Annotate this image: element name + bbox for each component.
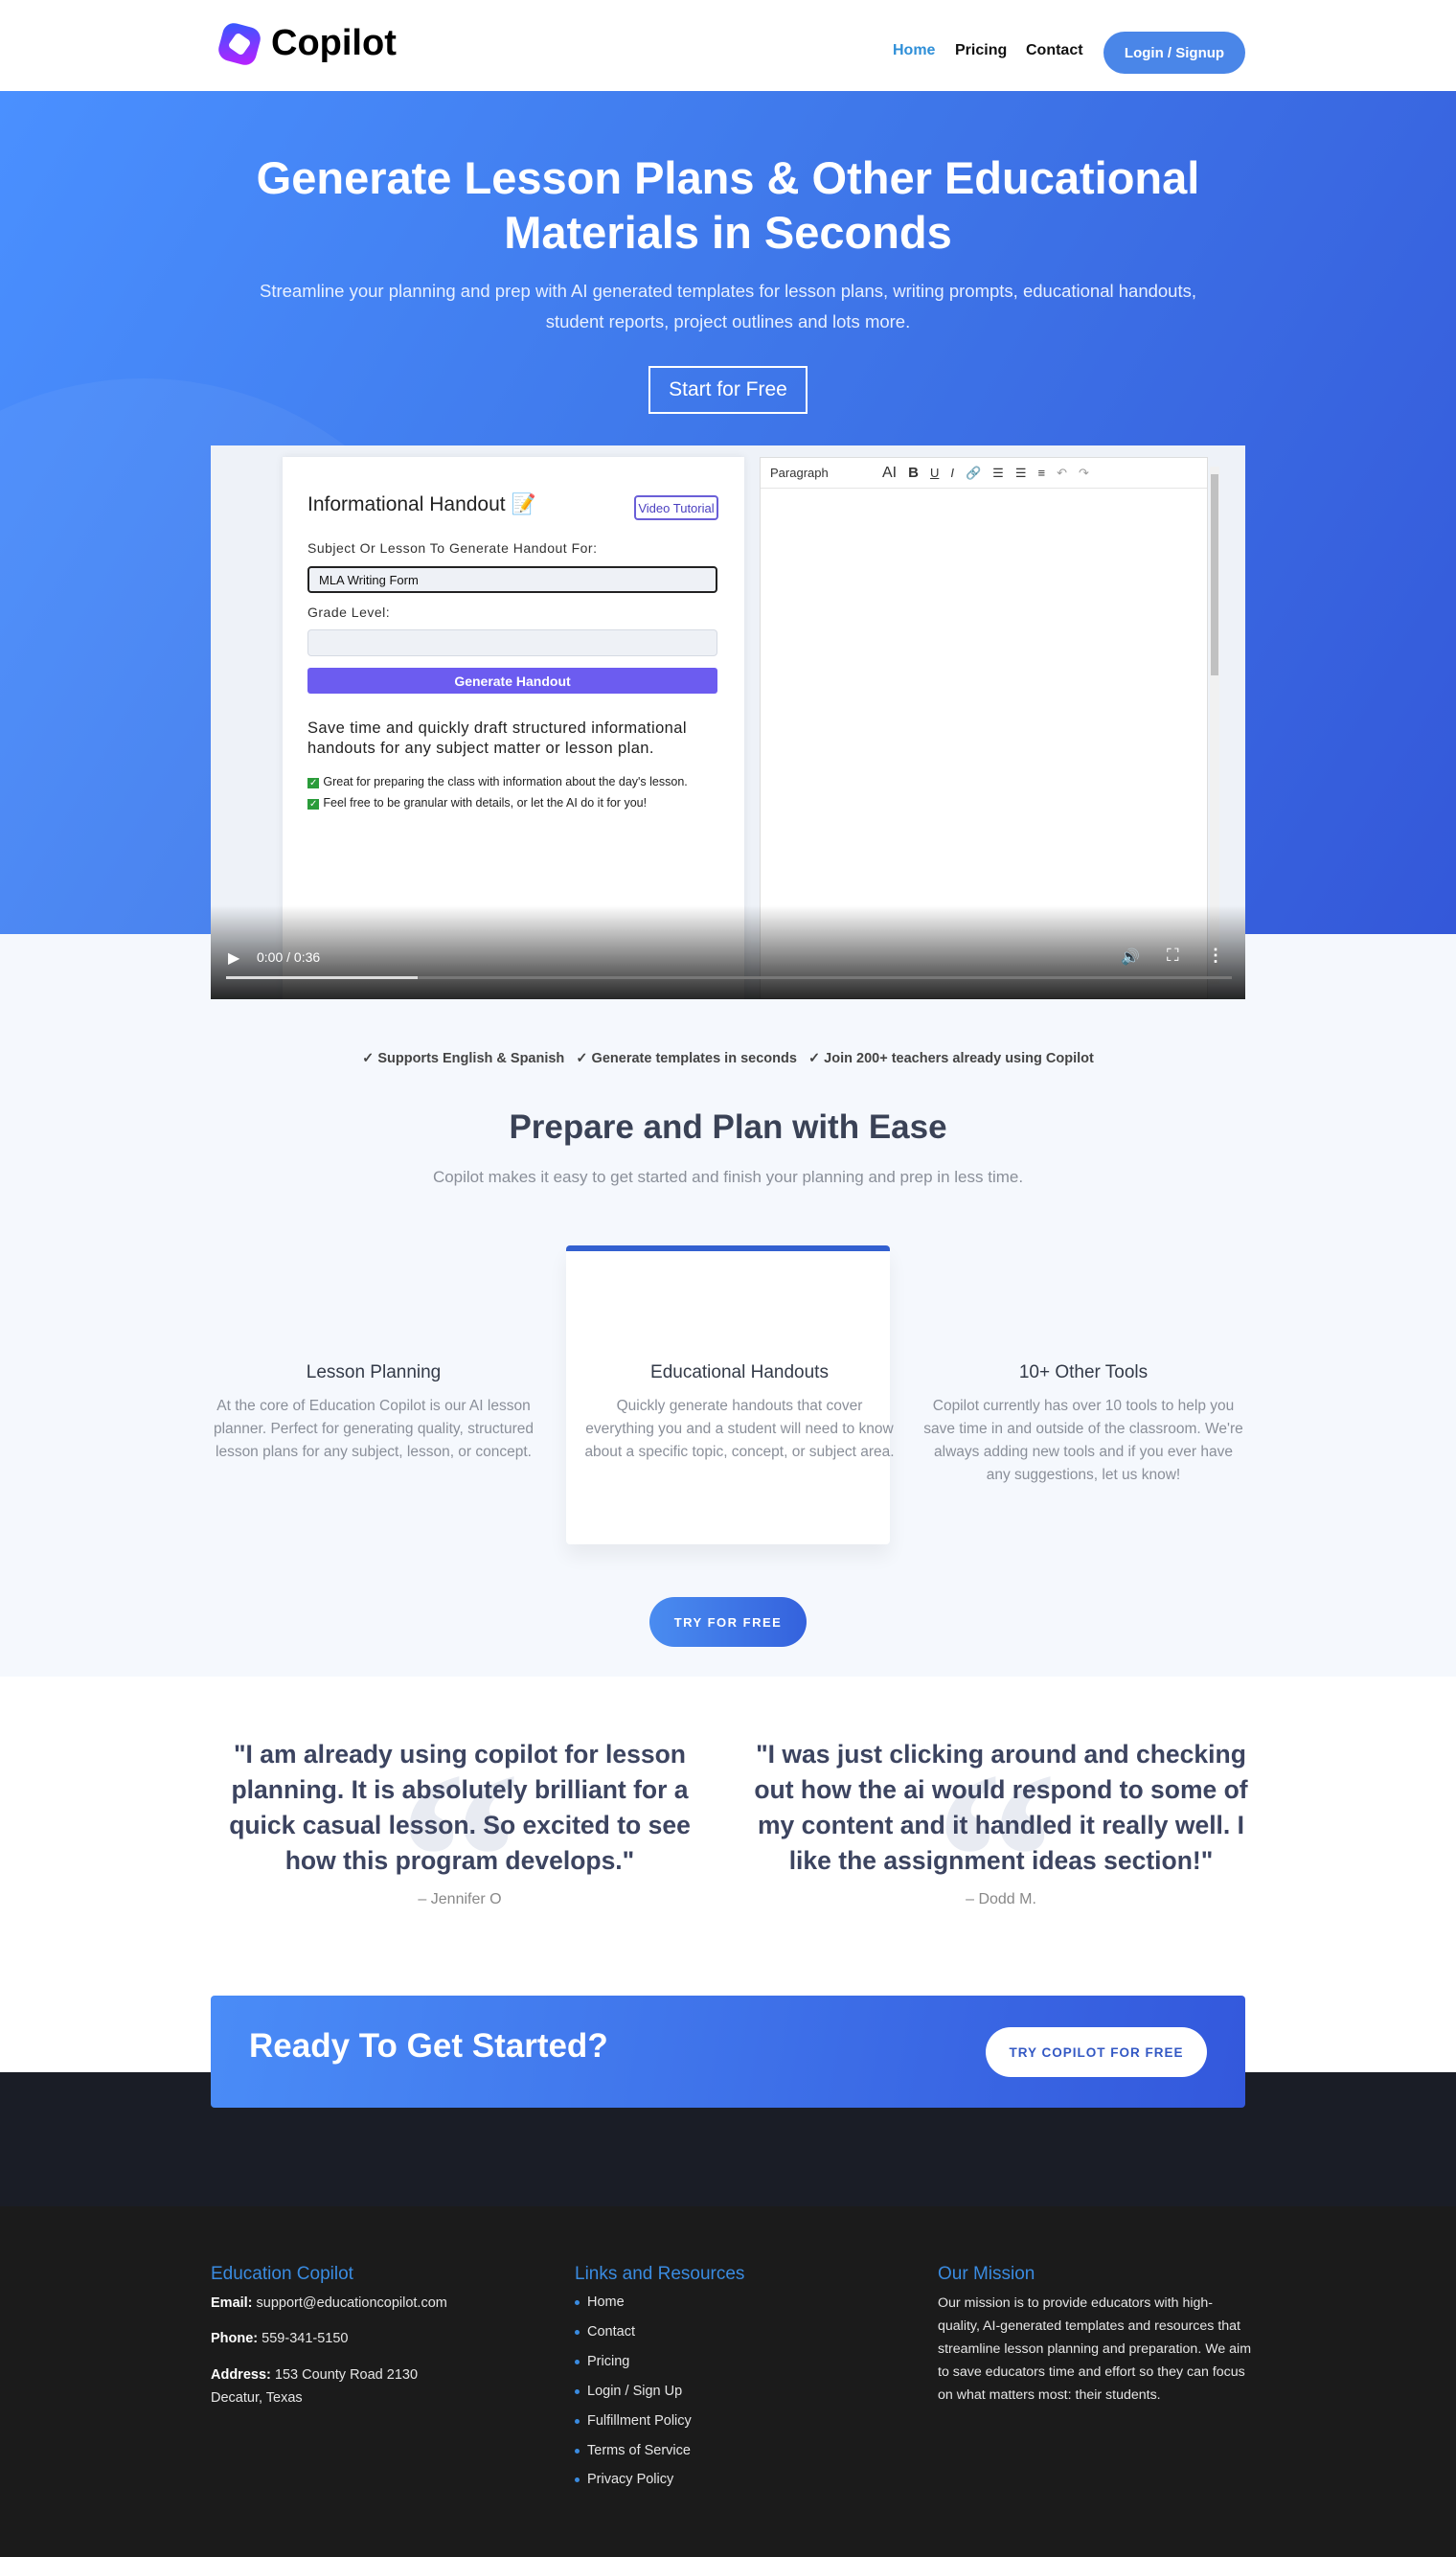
video-time: 0:00 / 0:36 [257, 949, 321, 965]
footer-link-home[interactable]: Home [575, 2294, 625, 2310]
try-copilot-button[interactable]: TRY COPILOT FOR FREE [986, 2027, 1207, 2077]
bullet-list-icon[interactable]: ☰ [992, 466, 1004, 481]
card-title: 10+ Other Tools [1018, 1362, 1149, 1382]
ai-button[interactable]: AI [882, 465, 897, 482]
bold-icon[interactable]: B [908, 465, 919, 481]
card-title: Lesson Planning [306, 1362, 442, 1382]
start-for-free-button[interactable]: Start for Free [648, 366, 808, 414]
grade-input[interactable] [307, 629, 717, 656]
card-text: Quickly generate handouts that cover eve… [584, 1398, 895, 1460]
hero-subtitle: Streamline your planning and prep with A… [260, 281, 1196, 331]
app-title: Informational Handout 📝 [307, 493, 536, 515]
bullet-1: ✓ Great for preparing the class with info… [307, 775, 688, 788]
brand-name[interactable]: Copilot [271, 23, 397, 64]
mission-text: Our mission is to provide educators with… [938, 2295, 1252, 2403]
address-line: Decatur, Texas [211, 2390, 303, 2406]
address-label: Address: [211, 2367, 271, 2383]
video-tutorial-button[interactable]: Video Tutorial [634, 495, 718, 520]
email-label: Email: [211, 2295, 253, 2311]
footer-address: Address: 153 County Road 2130 Decatur, Te… [211, 2363, 418, 2409]
try-for-free-button[interactable]: TRY FOR FREE [649, 1597, 807, 1647]
email-value[interactable]: support@educationcopilot.com [257, 2295, 447, 2311]
card-text: Copilot currently has over 10 tools to h… [923, 1398, 1243, 1483]
footer-link-privacy[interactable]: Privacy Policy [575, 2472, 673, 2487]
demo-video[interactable]: Informational Handout 📝 Video Tutorial S… [211, 445, 1245, 999]
app-description: Save time and quickly draft structured i… [307, 719, 687, 757]
bullet-text: Feel free to be granular with details, o… [323, 796, 648, 810]
address-line: 153 County Road 2130 [274, 2367, 419, 2383]
footer-link-fulfillment[interactable]: Fulfillment Policy [575, 2413, 692, 2429]
editor-toolbar: Paragraph AI B U I 🔗 ☰ ☰ ≡ ↶ ↷ [761, 458, 1207, 489]
footer-heading: Our Mission [938, 2264, 1035, 2284]
section-title: Prepare and Plan with Ease [509, 1108, 947, 1146]
nav-pricing[interactable]: Pricing [955, 42, 1007, 59]
undo-icon[interactable]: ↶ [1057, 466, 1067, 481]
card-text: At the core of Education Copilot is our … [213, 1398, 534, 1460]
testimonial-author: – Jennifer O [418, 1891, 502, 1907]
numbered-list-icon[interactable]: ☰ [1015, 466, 1027, 481]
link-icon[interactable]: 🔗 [966, 466, 981, 481]
cta-title: Ready To Get Started? [249, 2027, 608, 2065]
footer-heading: Education Copilot [211, 2264, 353, 2284]
card-lesson-planning: Lesson Planning At the core of Education … [211, 1362, 536, 1464]
cta-banner: Ready To Get Started? TRY COPILOT FOR FR… [211, 1996, 1245, 2108]
footer-link-login[interactable]: Login / Sign Up [575, 2384, 682, 2399]
footer-link-terms[interactable]: Terms of Service [575, 2443, 691, 2458]
subject-input[interactable]: MLA Writing Form [307, 566, 717, 593]
testimonial-author: – Dodd M. [966, 1891, 1036, 1907]
footer-link-contact[interactable]: Contact [575, 2324, 635, 2340]
fullscreen-icon[interactable]: ⛶ [1167, 946, 1179, 966]
checkbox-icon: ✓ [307, 778, 320, 788]
section-subtitle: Copilot makes it easy to get started and… [432, 1168, 1024, 1186]
redo-icon[interactable]: ↷ [1079, 466, 1089, 481]
volume-icon[interactable]: 🔊 [1121, 947, 1140, 967]
paragraph-select[interactable]: Paragraph [770, 466, 871, 480]
card-educational-handouts: Educational Handouts Quickly generate han… [577, 1362, 902, 1464]
subject-label: Subject Or Lesson To Generate Handout Fo… [307, 540, 598, 556]
top-nav: Copilot Home Pricing Contact Login / Sig… [0, 0, 1456, 91]
footer-phone: Phone: 559-341-5150 [211, 2327, 348, 2350]
card-title: Educational Handouts [650, 1362, 829, 1382]
footer-email: Email: support@educationcopilot.com [211, 2292, 447, 2315]
hero-title: Generate Lesson Plans & Other Educationa… [256, 152, 1200, 258]
bullet-2: ✓ Feel free to be granular with details, … [307, 796, 647, 810]
video-progress-bar[interactable] [226, 976, 1232, 979]
testimonial-quote: "I am already using copilot for lesson p… [229, 1740, 691, 1875]
grade-label: Grade Level: [307, 605, 391, 620]
italic-icon[interactable]: I [950, 466, 954, 480]
nav-home[interactable]: Home [893, 42, 935, 59]
login-signup-button[interactable]: Login / Signup [1103, 32, 1245, 74]
align-icon[interactable]: ≡ [1037, 466, 1045, 480]
footer-heading: Links and Resources [575, 2264, 745, 2284]
video-controls: ▶ 0:00 / 0:36 🔊 ⛶ ⋮ [211, 905, 1245, 999]
more-options-icon[interactable]: ⋮ [1207, 946, 1224, 966]
copilot-logo-icon[interactable] [216, 20, 263, 68]
generate-handout-button[interactable]: Generate Handout [307, 668, 717, 694]
card-other-tools: 10+ Other Tools Copilot currently has ove… [921, 1362, 1246, 1487]
footer-link-pricing[interactable]: Pricing [575, 2354, 629, 2369]
phone-value: 559-341-5150 [262, 2331, 349, 2346]
testimonial-quote: "I was just clicking around and checking… [754, 1740, 1248, 1875]
underline-icon[interactable]: U [930, 466, 939, 480]
bullet-text: Great for preparing the class with infor… [323, 775, 688, 788]
nav-contact[interactable]: Contact [1026, 42, 1083, 59]
phone-label: Phone: [211, 2331, 259, 2346]
checkbox-icon: ✓ [307, 799, 320, 810]
feature-highlights: ✓ Supports English & Spanish ✓ Generate … [362, 1051, 1094, 1066]
play-icon[interactable]: ▶ [228, 948, 239, 968]
